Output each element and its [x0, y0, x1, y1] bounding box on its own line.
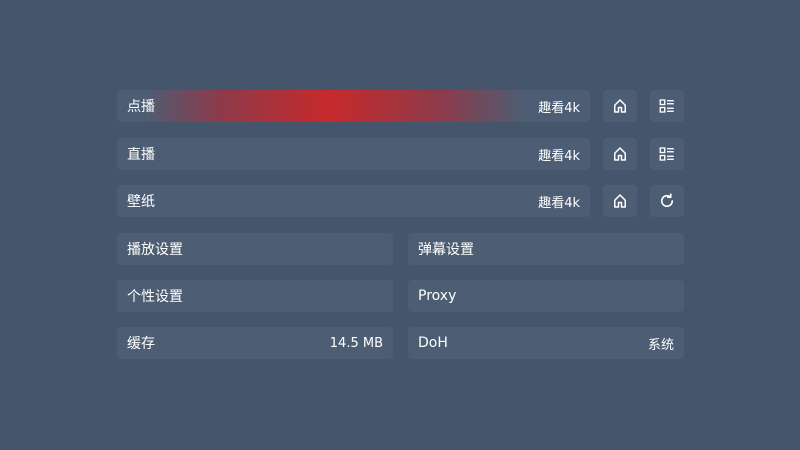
playback-settings-label: 播放设置 — [127, 242, 183, 258]
doh-button[interactable]: DoH 系统 — [408, 327, 684, 359]
wallpaper-row[interactable]: 壁纸 趣看4k — [117, 185, 590, 217]
personal-settings-button[interactable]: 个性设置 — [117, 280, 393, 312]
live-source-row[interactable]: 直播 趣看4k — [117, 138, 590, 170]
wallpaper-label: 壁纸 — [127, 194, 155, 210]
list-grid-icon — [659, 147, 674, 161]
vod-list-button[interactable] — [650, 90, 684, 122]
home-icon — [614, 147, 626, 161]
doh-value: 系统 — [647, 337, 674, 353]
playback-settings-button[interactable]: 播放设置 — [117, 233, 393, 265]
vod-source-row[interactable]: 点播 趣看4k — [117, 90, 590, 122]
live-list-button[interactable] — [650, 138, 684, 170]
cache-label: 缓存 — [127, 336, 155, 352]
home-icon — [614, 99, 626, 113]
home-icon — [614, 194, 626, 208]
vod-label: 点播 — [127, 99, 155, 115]
vod-site-value: 趣看4k — [538, 100, 580, 116]
doh-label: DoH — [418, 335, 448, 351]
danmaku-settings-label: 弹幕设置 — [418, 242, 474, 258]
live-home-button[interactable] — [603, 138, 637, 170]
wallpaper-refresh-button[interactable] — [650, 185, 684, 217]
list-grid-icon — [659, 99, 674, 113]
danmaku-settings-button[interactable]: 弹幕设置 — [408, 233, 684, 265]
proxy-button[interactable]: Proxy — [408, 280, 684, 312]
cache-button[interactable]: 缓存 14.5 MB — [117, 327, 393, 359]
wallpaper-site-value: 趣看4k — [538, 195, 580, 211]
cache-size-value: 14.5 MB — [329, 335, 383, 351]
personal-settings-label: 个性设置 — [127, 289, 183, 305]
wallpaper-home-button[interactable] — [603, 185, 637, 217]
live-site-value: 趣看4k — [538, 148, 580, 164]
live-label: 直播 — [127, 147, 155, 163]
refresh-icon — [660, 193, 674, 208]
vod-home-button[interactable] — [603, 90, 637, 122]
proxy-label: Proxy — [418, 288, 457, 304]
